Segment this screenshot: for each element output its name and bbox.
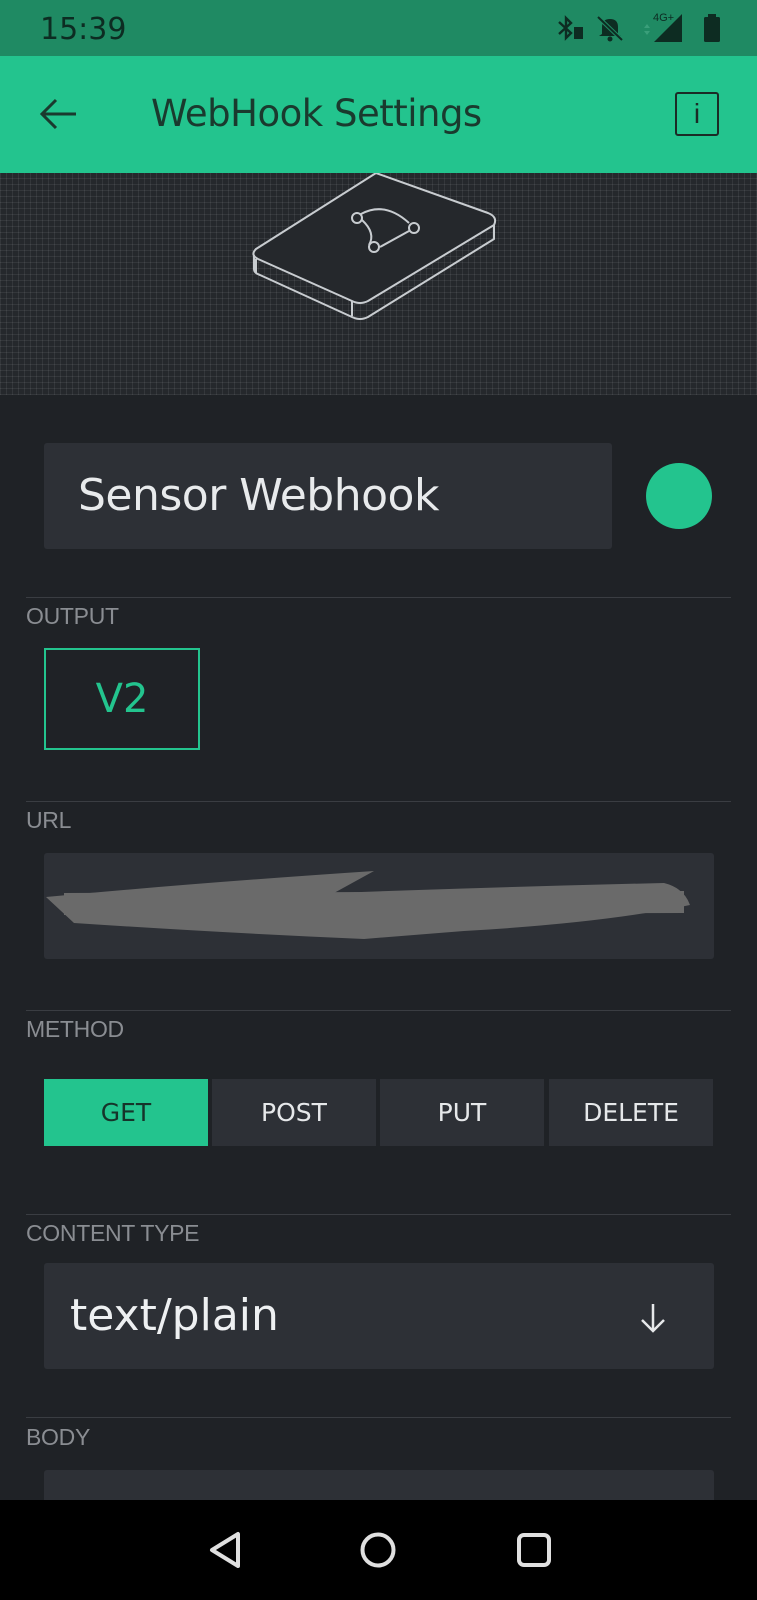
bell-off-icon — [596, 15, 624, 42]
divider — [26, 801, 731, 802]
url-label: URL — [26, 807, 72, 833]
recents-square-icon[interactable] — [516, 1532, 552, 1568]
body-label: BODY — [26, 1424, 90, 1450]
back-button[interactable] — [36, 94, 86, 134]
method-get-button[interactable]: GET — [44, 1079, 208, 1146]
widget-name-value: Sensor Webhook — [78, 470, 439, 521]
content-type-label: CONTENT TYPE — [26, 1220, 200, 1246]
info-icon: i — [693, 98, 701, 129]
system-nav-bar — [0, 1500, 757, 1600]
widget-color-picker[interactable] — [646, 463, 712, 529]
body-input[interactable] — [44, 1470, 714, 1500]
url-input[interactable] — [44, 853, 714, 959]
battery-icon — [704, 14, 720, 42]
home-circle-icon[interactable] — [359, 1531, 397, 1569]
redaction-scribble — [46, 871, 690, 939]
divider — [26, 1214, 731, 1215]
method-put-button[interactable]: PUT — [380, 1079, 544, 1146]
network-4g-icon — [644, 14, 682, 42]
page-title: WebHook Settings — [151, 92, 482, 135]
method-label: METHOD — [26, 1016, 124, 1042]
arrow-down-icon — [641, 1304, 665, 1333]
method-delete-button[interactable]: DELETE — [549, 1079, 713, 1146]
arrow-left-icon — [39, 98, 76, 130]
info-button[interactable]: i — [675, 92, 719, 136]
content-type-value: text/plain — [70, 1290, 279, 1341]
status-time: 15:39 — [40, 12, 127, 47]
widget-hero — [0, 173, 757, 395]
divider — [26, 597, 731, 598]
back-triangle-icon[interactable] — [208, 1530, 244, 1570]
method-post-button[interactable]: POST — [212, 1079, 376, 1146]
output-label: OUTPUT — [26, 603, 119, 629]
output-pin-value: V2 — [95, 676, 149, 722]
bluetooth-icon — [558, 15, 583, 41]
webhook-device-icon — [252, 173, 497, 320]
divider — [26, 1010, 731, 1011]
divider — [26, 1417, 731, 1418]
